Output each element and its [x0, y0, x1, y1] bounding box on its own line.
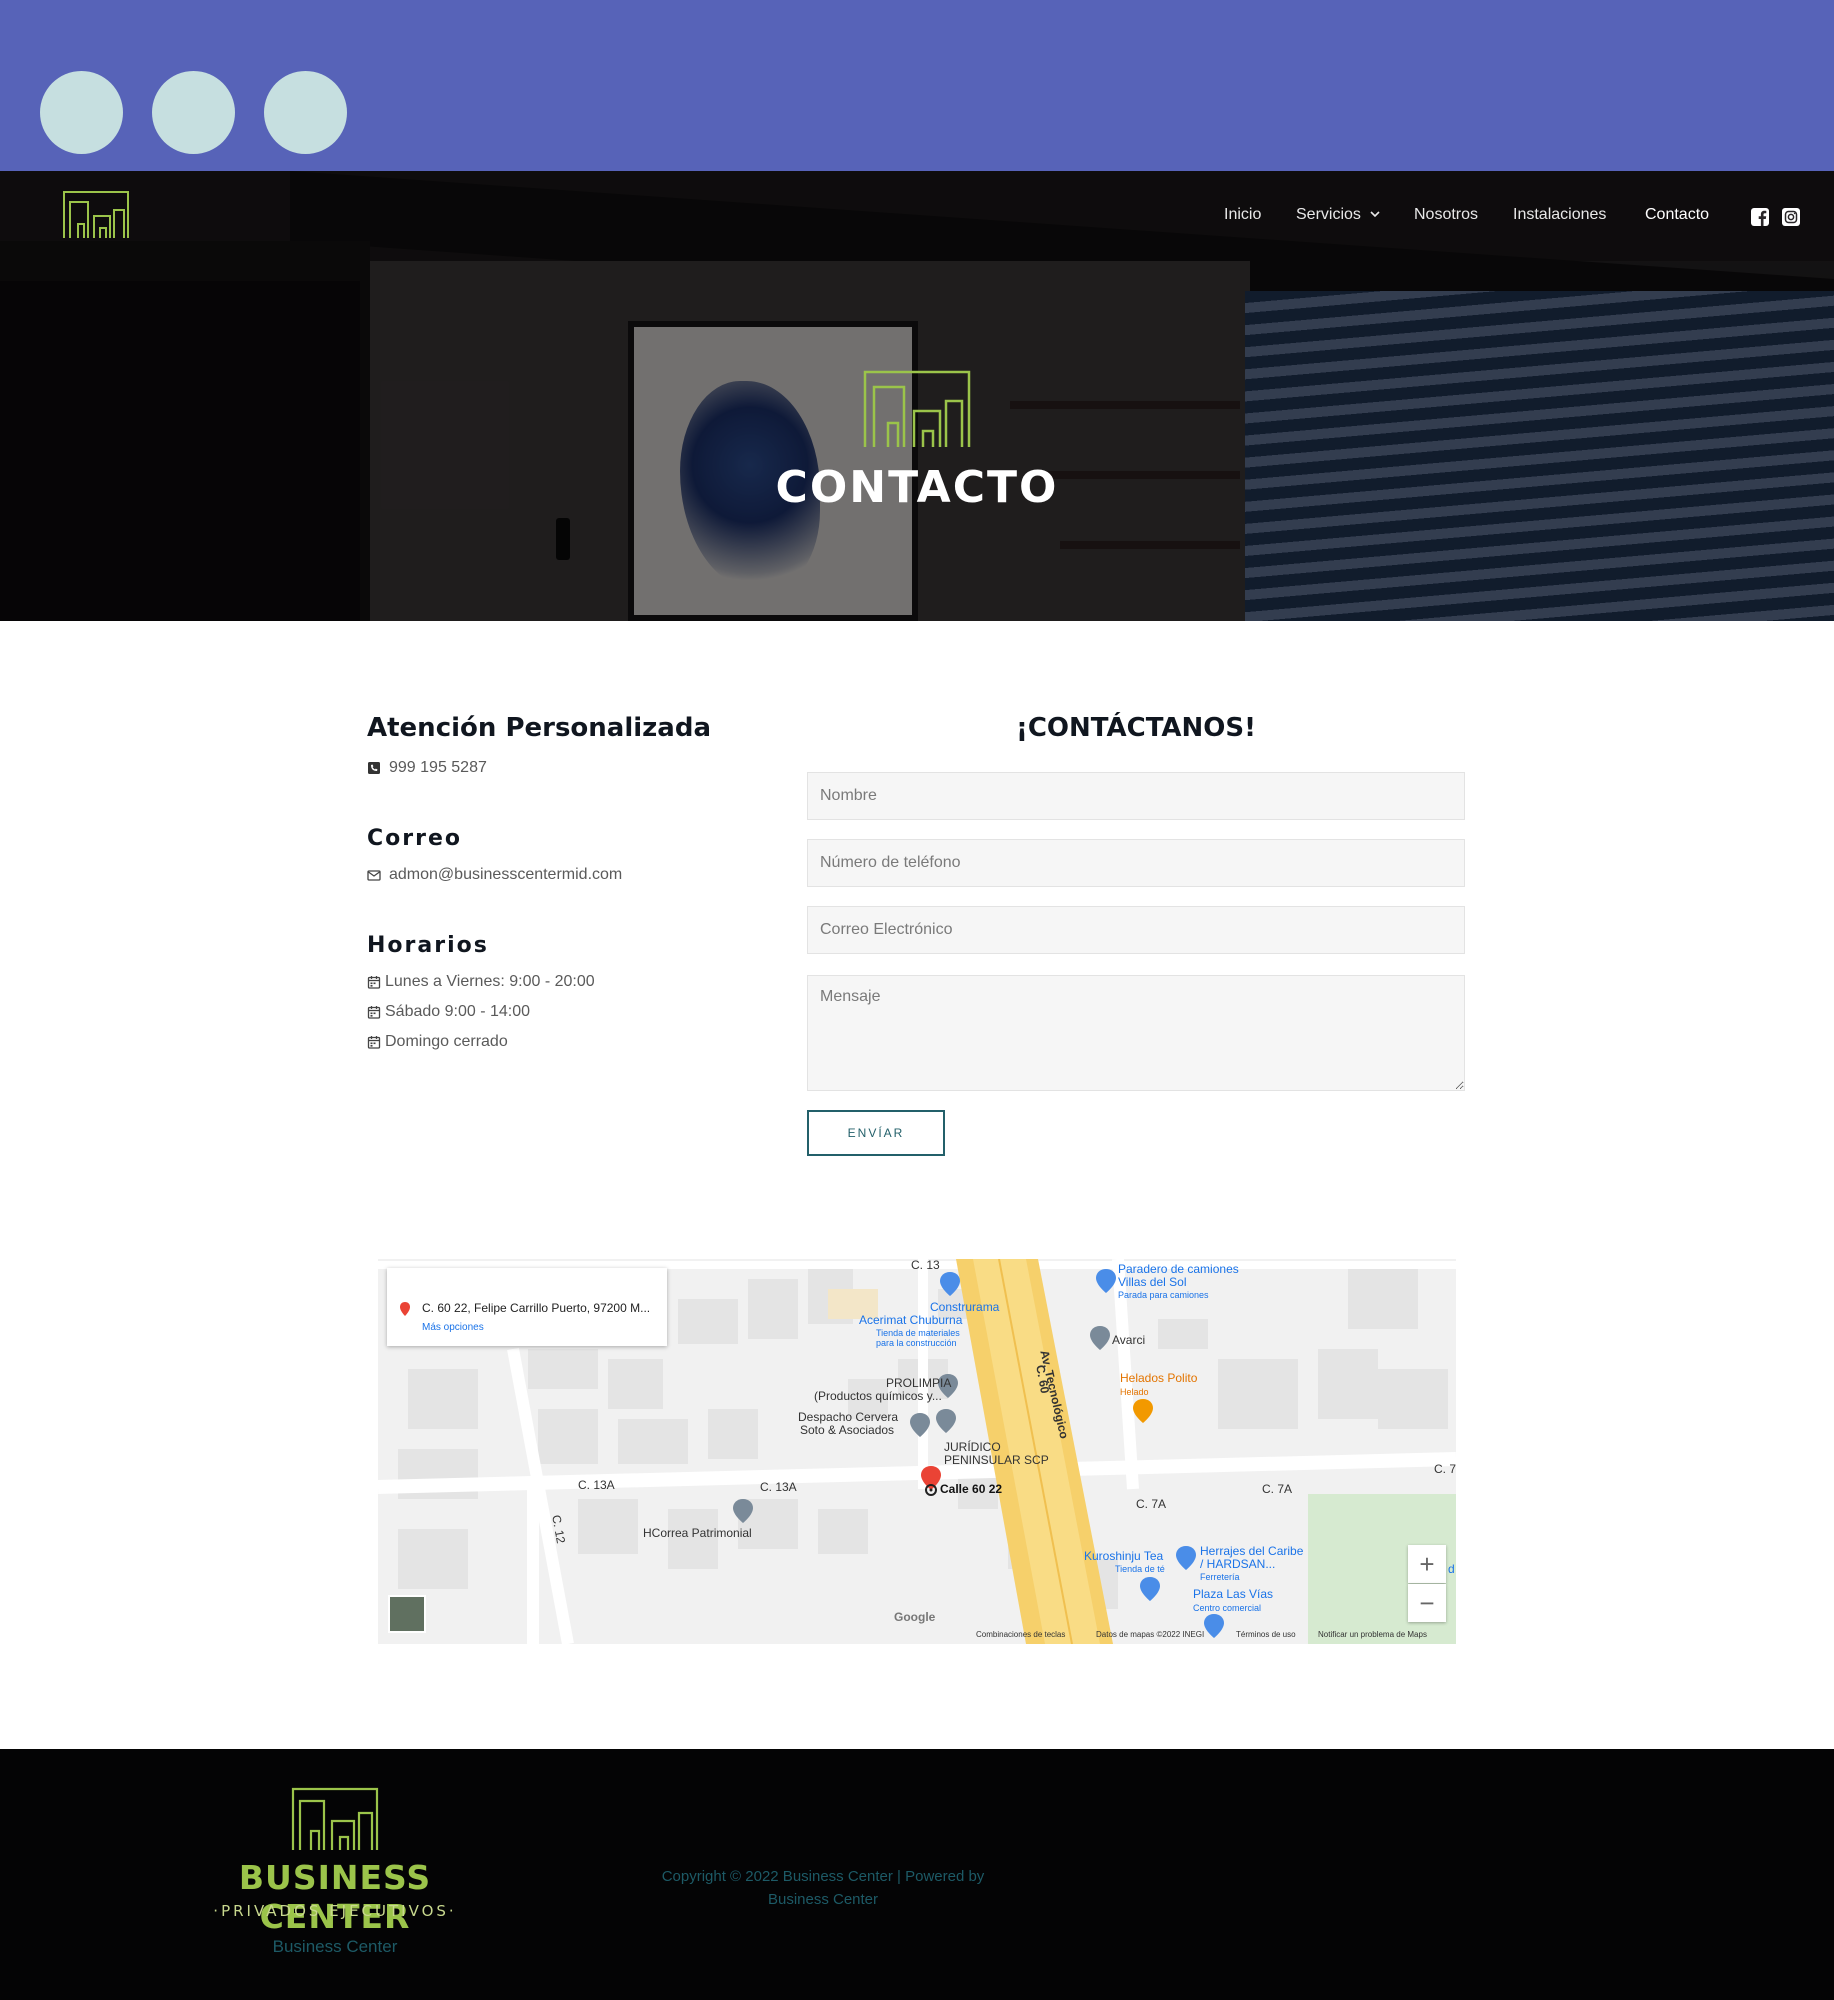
phone-number[interactable]: 999 195 5287 — [389, 759, 487, 777]
nav-nosotros[interactable]: Nosotros — [1414, 206, 1478, 224]
map-place-label: PENINSULAR SCP — [944, 1453, 1049, 1467]
nav-inicio[interactable]: Inicio — [1224, 206, 1261, 224]
top-band — [0, 0, 1834, 171]
name-field[interactable] — [807, 772, 1465, 820]
email-field[interactable] — [807, 906, 1465, 954]
copyright-line[interactable]: Business Center — [630, 1888, 1016, 1911]
email-address[interactable]: admon@businesscentermid.com — [389, 866, 622, 884]
footer-copyright: Copyright © 2022 Business Center | Power… — [630, 1865, 1016, 1911]
instagram-icon[interactable] — [1782, 208, 1800, 226]
hours-line: Domingo cerrado — [385, 1033, 508, 1050]
decorative-circle — [40, 71, 123, 154]
nav-servicios-label: Servicios — [1296, 206, 1361, 223]
map-more-options-link[interactable]: Más opciones — [422, 1322, 484, 1333]
attention-heading: Atención Personalizada — [367, 713, 712, 743]
hours-sunday: Domingo cerrado — [367, 1033, 508, 1051]
map-report-link[interactable]: Notificar un problema de Maps — [1318, 1630, 1427, 1639]
map-street-label: C. 7A — [1262, 1482, 1293, 1496]
map-place-label: / HARDSAN... — [1200, 1557, 1276, 1571]
map-zoom-in-button[interactable]: + — [1408, 1545, 1446, 1583]
map-street-label: C. 7 — [1434, 1462, 1456, 1476]
phone-square-icon — [368, 762, 380, 774]
map-street-label: C. 13A — [760, 1480, 797, 1494]
map-card-address: C. 60 22, Felipe Carrillo Puerto, 97200 … — [422, 1301, 651, 1315]
map-place-label: (Productos químicos y... — [814, 1389, 942, 1403]
footer-brand-tagline: ·PRIVADOS EJECUTIVOS· — [213, 1902, 457, 1920]
decorative-circle — [264, 71, 347, 154]
map-place-sublabel: para la construcción — [876, 1338, 957, 1348]
location-map[interactable]: C. 60 22, Felipe Carrillo Puerto, 97200 … — [378, 1259, 1456, 1644]
copyright-line: Copyright © 2022 Business Center | Power… — [661, 1868, 985, 1885]
map-place-label: Soto & Asociados — [800, 1423, 895, 1437]
map-street-label: C. 13A — [578, 1478, 615, 1492]
email-line: admon@businesscentermid.com — [367, 866, 622, 884]
map-place-label[interactable]: Kuroshinju Tea — [1084, 1550, 1163, 1563]
phone-field[interactable] — [807, 839, 1465, 887]
map-keyboard-shortcuts-link[interactable]: Combinaciones de teclas — [976, 1630, 1065, 1639]
email-heading: Correo — [367, 826, 462, 851]
map-place-label[interactable]: Helados Polito — [1120, 1372, 1197, 1385]
map-place-sublabel: Centro comercial — [1193, 1603, 1262, 1613]
map-street-label: C. 13 — [911, 1259, 940, 1272]
nav-servicios[interactable]: Servicios — [1296, 206, 1381, 224]
hours-line: Lunes a Viernes: 9:00 - 20:00 — [385, 973, 595, 990]
decorative-circle — [152, 71, 235, 154]
map-place-label[interactable]: HCorrea Patrimonial — [643, 1527, 752, 1540]
site-logo-icon[interactable] — [62, 190, 130, 240]
calendar-icon — [367, 1006, 381, 1019]
map-directions-card: C. 60 22, Felipe Carrillo Puerto, 97200 … — [387, 1268, 667, 1346]
chevron-down-icon — [1370, 211, 1380, 218]
hours-weekday: Lunes a Viernes: 9:00 - 20:00 — [367, 973, 595, 991]
footer-brand-name: BUSINESS CENTER — [238, 1858, 432, 1936]
map-street-label: C. 7A — [1136, 1497, 1167, 1511]
map-terms-link[interactable]: Términos de uso — [1236, 1630, 1296, 1639]
footer-site-name[interactable]: Business Center — [160, 1937, 510, 1957]
map-place-label: d — [1448, 1562, 1455, 1576]
map-place-label[interactable]: Avarci — [1112, 1334, 1145, 1347]
send-button[interactable]: ENVÍAR — [807, 1110, 945, 1156]
hero-logo-icon — [863, 370, 971, 447]
map-place-sublabel: Tienda de té — [1115, 1564, 1165, 1574]
page-title: CONTACTO — [775, 462, 1059, 513]
nav-contacto[interactable]: Contacto — [1645, 206, 1709, 224]
map-place-sublabel: Parada para camiones — [1118, 1290, 1209, 1300]
map-selected-address: Calle 60 22 — [940, 1482, 1003, 1496]
hours-line: Sábado 9:00 - 14:00 — [385, 1003, 531, 1020]
calendar-icon — [367, 976, 381, 989]
map-place-sublabel: Helado — [1120, 1387, 1149, 1397]
phone-line: 999 195 5287 — [367, 759, 487, 777]
nav-instalaciones[interactable]: Instalaciones — [1513, 206, 1606, 224]
facebook-icon[interactable] — [1751, 208, 1769, 226]
calendar-icon — [367, 1036, 381, 1049]
google-logo: Google — [894, 1610, 936, 1624]
map-place-label[interactable]: Villas del Sol — [1118, 1276, 1186, 1289]
message-field[interactable] — [807, 975, 1465, 1091]
hours-saturday: Sábado 9:00 - 14:00 — [367, 1003, 530, 1021]
form-heading: ¡CONTÁCTANOS! — [1015, 713, 1256, 743]
map-place-sublabel: Ferretería — [1200, 1572, 1240, 1582]
map-place-label[interactable]: Plaza Las Vías — [1193, 1588, 1273, 1601]
map-place-label[interactable]: Acerimat Chuburna — [859, 1314, 962, 1327]
map-satellite-toggle[interactable] — [388, 1595, 426, 1633]
envelope-icon — [367, 870, 381, 881]
map-pin-icon — [400, 1302, 410, 1316]
footer-logo-icon — [291, 1787, 379, 1850]
map-data-attribution: Datos de mapas ©2022 INEGI — [1096, 1630, 1205, 1639]
map-zoom-out-button[interactable]: − — [1408, 1584, 1446, 1622]
hours-heading: Horarios — [367, 933, 489, 958]
